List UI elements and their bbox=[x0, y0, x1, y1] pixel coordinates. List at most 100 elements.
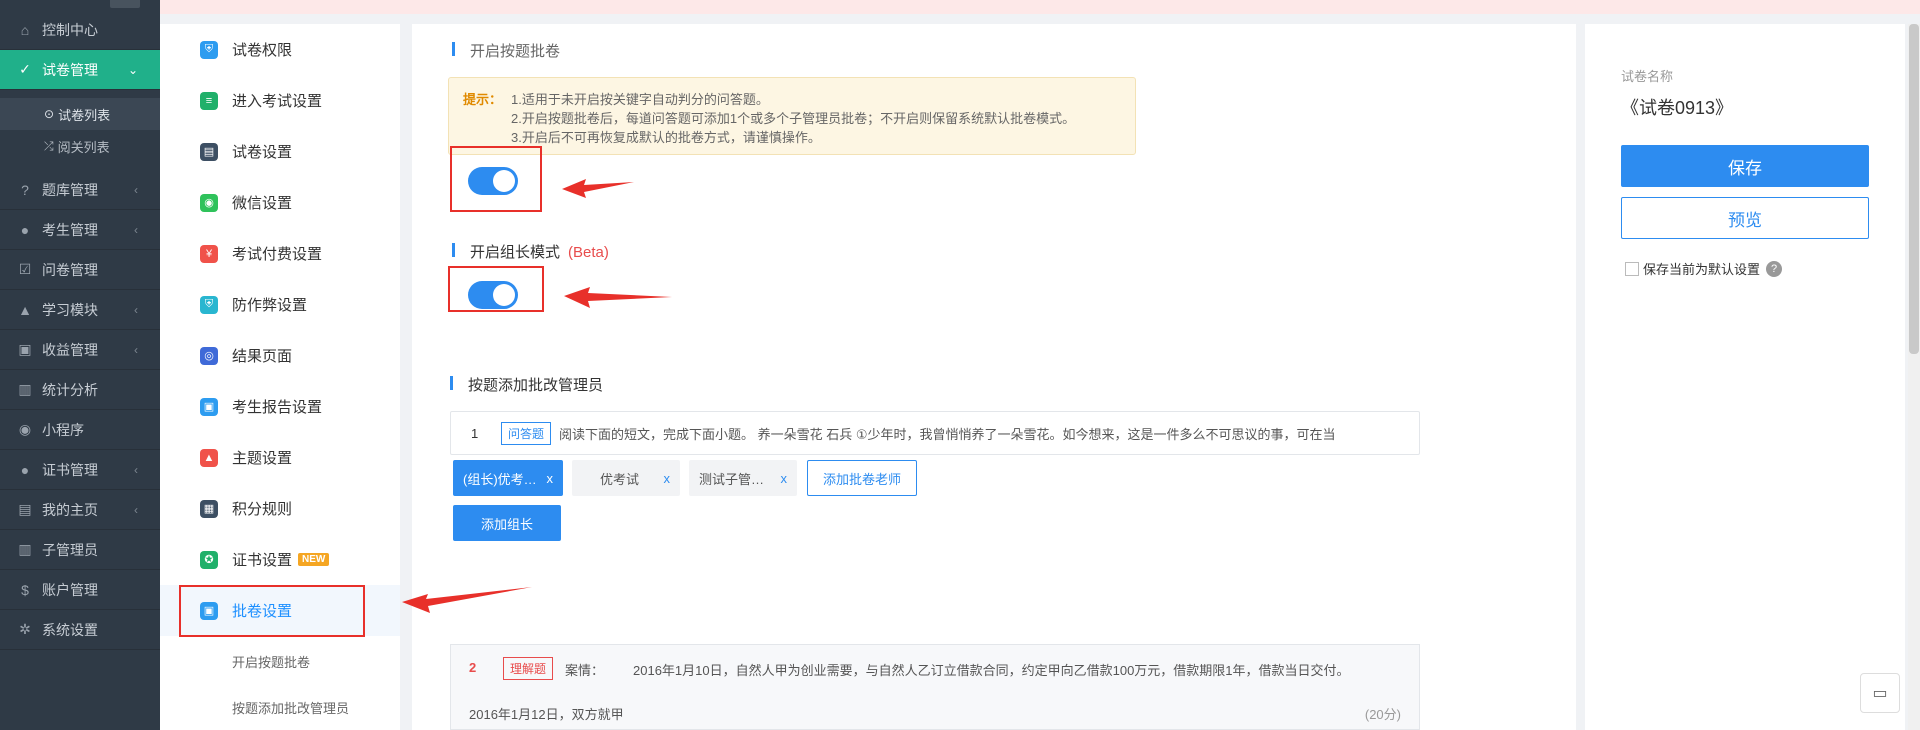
settings-item-result-page[interactable]: ◎ 结果页面 bbox=[160, 330, 400, 381]
nav-item-account[interactable]: $ 账户管理 bbox=[0, 570, 160, 610]
question-number: 2 bbox=[469, 660, 477, 675]
nav-item-candidates[interactable]: ● 考生管理 ‹ bbox=[0, 210, 160, 250]
default-checkbox[interactable] bbox=[1625, 261, 1639, 276]
dollar-icon: $ bbox=[21, 581, 29, 598]
settings-item-exam[interactable]: ▤ 试卷设置 bbox=[160, 126, 400, 177]
certificate-icon: ● bbox=[20, 461, 30, 478]
wechat-icon: ◉ bbox=[200, 193, 218, 212]
nav-item-label: 题库管理 bbox=[42, 181, 98, 198]
yen-icon: ¥ bbox=[200, 244, 218, 263]
chevron-down-icon: ⌄ bbox=[127, 62, 138, 77]
nav-sub-exam-list[interactable]: ⊙ 试卷列表 bbox=[0, 98, 160, 130]
nav-item-homepage[interactable]: ▤ 我的主页 ‹ bbox=[0, 490, 160, 530]
help-icon[interactable]: ? bbox=[1766, 260, 1783, 277]
tip-label: 提示： bbox=[463, 92, 503, 107]
settings-item-label: 试卷设置 bbox=[232, 144, 293, 161]
nav-item-mini-program[interactable]: ◉ 小程序 bbox=[0, 410, 160, 450]
settings-item-label: 证书设置 bbox=[232, 552, 293, 569]
nav-item-label: 收益管理 bbox=[42, 341, 98, 358]
settings-item-exam-permission[interactable]: ⛨ 试卷权限 bbox=[160, 24, 400, 75]
nav-item-sub-admins[interactable]: ▥ 子管理员 bbox=[0, 530, 160, 570]
chevron-left-icon: ‹ bbox=[134, 222, 138, 237]
nav-item-system-settings[interactable]: ✲ 系统设置 bbox=[0, 610, 160, 650]
settings-item-payment[interactable]: ¥ 考试付费设置 bbox=[160, 228, 400, 279]
settings-sub-per-question-grading[interactable]: 开启按题批卷 bbox=[232, 652, 310, 671]
question-type-tag: 问答题 bbox=[501, 421, 552, 445]
nav-item-revenue[interactable]: ▣ 收益管理 ‹ bbox=[0, 330, 160, 370]
nav-item-label: 我的主页 bbox=[42, 501, 98, 518]
settings-item-report[interactable]: ▣ 考生报告设置 bbox=[160, 381, 400, 432]
settings-item-label: 微信设置 bbox=[232, 195, 293, 212]
sidebar-collapse-handle[interactable] bbox=[110, 0, 140, 8]
nav-item-exam-management[interactable]: ✓ 试卷管理 ⌄ bbox=[0, 50, 160, 90]
settings-item-points[interactable]: ▦ 积分规则 bbox=[160, 483, 400, 534]
question-label: 案情： bbox=[565, 663, 605, 678]
settings-item-label: 进入考试设置 bbox=[232, 93, 323, 110]
exam-name-label: 试卷名称 bbox=[1621, 69, 1674, 84]
new-badge: NEW bbox=[298, 553, 330, 566]
nav-item-control-center[interactable]: ⌂ 控制中心 bbox=[0, 10, 160, 50]
settings-item-label: 主题设置 bbox=[232, 450, 293, 467]
nav-item-question-bank[interactable]: ? 题库管理 ‹ bbox=[0, 170, 160, 210]
nav-item-certificates[interactable]: ● 证书管理 ‹ bbox=[0, 450, 160, 490]
section-title-text: 开启组长模式 bbox=[470, 244, 561, 261]
nav-sub-label: 试卷列表 bbox=[58, 107, 111, 123]
chat-icon[interactable]: ▭ bbox=[1860, 673, 1900, 713]
settings-item-label: 积分规则 bbox=[232, 501, 293, 518]
settings-item-label: 防作弊设置 bbox=[232, 297, 308, 314]
nav-item-learning[interactable]: ▲ 学习模块 ‹ bbox=[0, 290, 160, 330]
circle-icon: ⊙ bbox=[44, 107, 55, 121]
nav-item-statistics[interactable]: ▥ 统计分析 bbox=[0, 370, 160, 410]
scrollbar-thumb[interactable] bbox=[1909, 24, 1919, 354]
nav-item-label: 统计分析 bbox=[42, 381, 98, 398]
chevron-left-icon: ‹ bbox=[134, 182, 138, 197]
question-row-2: 2 理解题 案情： 2016年1月10日，自然人甲为创业需要，与自然人乙订立借款… bbox=[450, 644, 1420, 730]
nav-sub-level-list[interactable]: ⤮ 阅关列表 bbox=[0, 130, 160, 162]
money-icon: ▣ bbox=[18, 341, 32, 357]
nav-item-label: 学习模块 bbox=[42, 301, 98, 318]
tip-box: 提示： 1.适用于未开启按关键字自动判分的问答题。 2.开启按题批卷后，每道问答… bbox=[448, 77, 1136, 155]
add-leader-button[interactable]: 添加组长 bbox=[453, 505, 561, 541]
nav-item-label: 控制中心 bbox=[42, 21, 98, 38]
save-button[interactable]: 保存 bbox=[1621, 145, 1869, 187]
checkbox-icon: ☑ bbox=[18, 261, 32, 277]
settings-item-certificate[interactable]: ✪ 证书设置 NEW bbox=[160, 534, 400, 585]
main-sidebar: ⌂ 控制中心 ✓ 试卷管理 ⌄ ⊙ 试卷列表 ⤮ 阅关列表 ? 题库管理 ‹ ●… bbox=[0, 0, 160, 730]
question-type-tag: 理解题 bbox=[503, 657, 554, 680]
shield-icon: ⛨ bbox=[200, 295, 218, 314]
annotation-arrow bbox=[402, 587, 532, 613]
annotation-arrow bbox=[564, 287, 672, 308]
save-default-option[interactable]: 保存当前为默认设置 ? bbox=[1625, 259, 1783, 278]
annotation-box bbox=[450, 146, 542, 212]
grader-chip-leader[interactable]: (组长)优考… x bbox=[453, 460, 563, 496]
settings-item-entry[interactable]: ≡ 进入考试设置 bbox=[160, 75, 400, 126]
nav-item-label: 系统设置 bbox=[42, 621, 98, 638]
right-panel: 试卷名称 《试卷0913》 保存 预览 保存当前为默认设置 ? bbox=[1585, 24, 1905, 730]
chip-label: 测试子管… bbox=[699, 471, 765, 487]
question-row: 1 问答题 阅读下面的短文，完成下面小题。 养一朵雪花 石兵 ①少年时，我曾悄悄… bbox=[450, 411, 1420, 455]
grader-chip[interactable]: 优考试 x bbox=[572, 460, 680, 496]
settings-item-wechat[interactable]: ◉ 微信设置 bbox=[160, 177, 400, 228]
nav-item-label: 问卷管理 bbox=[42, 261, 98, 278]
chevron-left-icon: ‹ bbox=[134, 302, 138, 317]
nav-item-label: 证书管理 bbox=[42, 461, 98, 478]
top-notice-bar bbox=[160, 0, 1920, 14]
grader-chip[interactable]: 测试子管… x bbox=[689, 460, 797, 496]
annotation-box bbox=[179, 585, 365, 637]
settings-sub-add-grader[interactable]: 按题添加批改管理员 bbox=[232, 698, 349, 717]
close-icon[interactable]: x bbox=[547, 471, 554, 486]
shuffle-icon: ⤮ bbox=[44, 138, 54, 153]
add-grader-button[interactable]: 添加批卷老师 bbox=[807, 460, 917, 496]
chevron-left-icon: ‹ bbox=[134, 462, 138, 477]
settings-item-anti-cheat[interactable]: ⛨ 防作弊设置 bbox=[160, 279, 400, 330]
close-icon[interactable]: x bbox=[664, 471, 671, 486]
close-icon[interactable]: x bbox=[781, 471, 788, 486]
nav-item-questionnaire[interactable]: ☑ 问卷管理 bbox=[0, 250, 160, 290]
settings-item-theme[interactable]: ▲ 主题设置 bbox=[160, 432, 400, 483]
question-score: (20分) bbox=[1364, 707, 1401, 722]
preview-button[interactable]: 预览 bbox=[1621, 197, 1869, 239]
section-title-per-question: 开启按题批卷 bbox=[452, 40, 560, 61]
check-circle-icon: ✓ bbox=[19, 61, 31, 77]
bar-chart-icon: ▥ bbox=[18, 381, 32, 397]
question-circle-icon: ? bbox=[21, 181, 29, 198]
